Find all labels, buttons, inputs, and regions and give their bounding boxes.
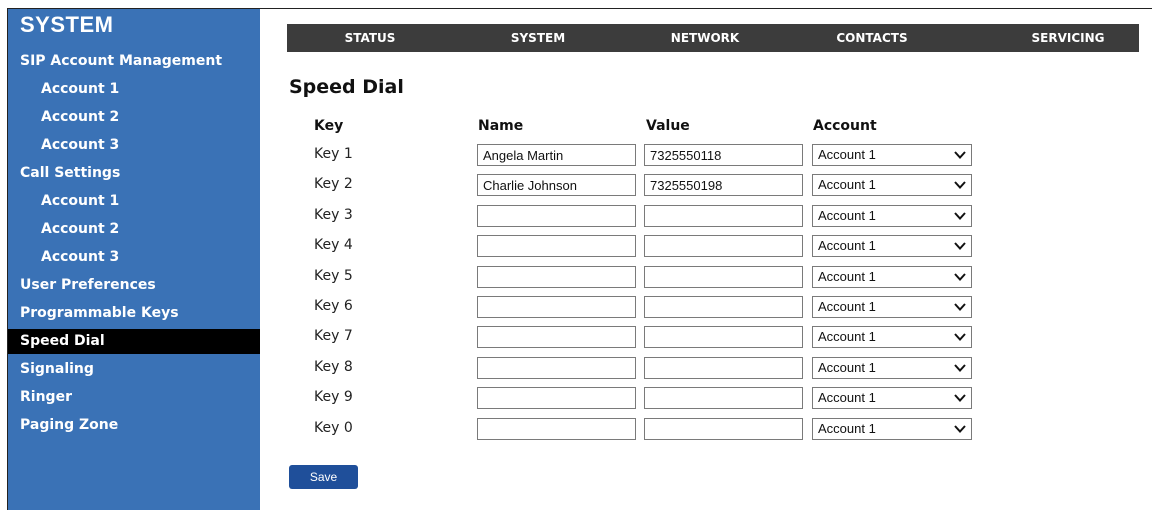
save-button[interactable]: Save — [289, 465, 358, 489]
column-header-key: Key — [314, 118, 344, 134]
value-input[interactable] — [644, 387, 803, 409]
chevron-down-icon — [954, 425, 966, 433]
account-select-value: Account 1 — [818, 269, 876, 284]
account-select-value: Account 1 — [818, 238, 876, 253]
sidebar-subitem[interactable]: Account 2 — [8, 217, 260, 242]
sidebar-item[interactable]: Signaling — [8, 357, 260, 382]
account-select[interactable]: Account 1 — [812, 266, 972, 288]
value-input[interactable] — [644, 205, 803, 227]
chevron-down-icon — [954, 333, 966, 341]
name-input[interactable] — [477, 235, 636, 257]
sidebar-subitem[interactable]: Account 1 — [8, 189, 260, 214]
account-select[interactable]: Account 1 — [812, 296, 972, 318]
account-select[interactable]: Account 1 — [812, 144, 972, 166]
sidebar-subitem[interactable]: Account 2 — [8, 105, 260, 130]
account-select-value: Account 1 — [818, 329, 876, 344]
key-label: Key 1 — [314, 146, 353, 162]
sidebar-item[interactable]: Paging Zone — [8, 413, 260, 438]
column-header-account: Account — [813, 118, 877, 134]
account-select-value: Account 1 — [818, 421, 876, 436]
account-select[interactable]: Account 1 — [812, 235, 972, 257]
account-select[interactable]: Account 1 — [812, 174, 972, 196]
sidebar-item[interactable]: User Preferences — [8, 273, 260, 298]
key-label: Key 3 — [314, 207, 353, 223]
account-select-value: Account 1 — [818, 208, 876, 223]
name-input[interactable] — [477, 357, 636, 379]
name-input[interactable] — [477, 418, 636, 440]
key-label: Key 2 — [314, 176, 353, 192]
chevron-down-icon — [954, 303, 966, 311]
sidebar-item[interactable]: Call Settings — [8, 161, 260, 186]
sidebar-item[interactable]: Programmable Keys — [8, 301, 260, 326]
sidebar-subitem[interactable]: Account 3 — [8, 133, 260, 158]
page-title: Speed Dial — [289, 76, 404, 98]
topnav-item[interactable]: NETWORK — [645, 24, 765, 52]
chevron-down-icon — [954, 181, 966, 189]
key-label: Key 0 — [314, 420, 353, 436]
topnav-item[interactable]: SYSTEM — [478, 24, 598, 52]
chevron-down-icon — [954, 242, 966, 250]
key-label: Key 6 — [314, 298, 353, 314]
key-label: Key 8 — [314, 359, 353, 375]
value-input[interactable] — [644, 418, 803, 440]
value-input[interactable] — [644, 296, 803, 318]
account-select[interactable]: Account 1 — [812, 387, 972, 409]
sidebar: SYSTEM SIP Account Management Account 1 Ac… — [8, 9, 260, 510]
column-header-value: Value — [646, 118, 690, 134]
chevron-down-icon — [954, 151, 966, 159]
account-select[interactable]: Account 1 — [812, 326, 972, 348]
chevron-down-icon — [954, 273, 966, 281]
key-label: Key 5 — [314, 268, 353, 284]
value-input[interactable] — [644, 144, 803, 166]
key-label: Key 9 — [314, 389, 353, 405]
name-input[interactable] — [477, 174, 636, 196]
name-input[interactable] — [477, 296, 636, 318]
key-label: Key 4 — [314, 237, 353, 253]
sidebar-item[interactable]: Ringer — [8, 385, 260, 410]
account-select[interactable]: Account 1 — [812, 418, 972, 440]
value-input[interactable] — [644, 174, 803, 196]
value-input[interactable] — [644, 266, 803, 288]
topnav-item[interactable]: CONTACTS — [812, 24, 932, 52]
account-select-value: Account 1 — [818, 177, 876, 192]
account-select-value: Account 1 — [818, 360, 876, 375]
name-input[interactable] — [477, 144, 636, 166]
name-input[interactable] — [477, 266, 636, 288]
value-input[interactable] — [644, 357, 803, 379]
chevron-down-icon — [954, 212, 966, 220]
chevron-down-icon — [954, 364, 966, 372]
chevron-down-icon — [954, 394, 966, 402]
sidebar-item[interactable]: Speed Dial — [8, 329, 260, 354]
sidebar-item[interactable]: SIP Account Management — [8, 49, 260, 74]
key-label: Key 7 — [314, 328, 353, 344]
value-input[interactable] — [644, 235, 803, 257]
account-select-value: Account 1 — [818, 299, 876, 314]
column-header-name: Name — [478, 118, 524, 134]
account-select[interactable]: Account 1 — [812, 205, 972, 227]
topnav-item[interactable]: SERVICING — [1008, 24, 1128, 52]
sidebar-subitem[interactable]: Account 3 — [8, 245, 260, 270]
account-select-value: Account 1 — [818, 390, 876, 405]
sidebar-subitem[interactable]: Account 1 — [8, 77, 260, 102]
value-input[interactable] — [644, 326, 803, 348]
topnav-item[interactable]: STATUS — [310, 24, 430, 52]
name-input[interactable] — [477, 387, 636, 409]
top-navigation: STATUS SYSTEM NETWORK CONTACTS SERVICING — [287, 24, 1139, 52]
name-input[interactable] — [477, 205, 636, 227]
name-input[interactable] — [477, 326, 636, 348]
account-select-value: Account 1 — [818, 147, 876, 162]
account-select[interactable]: Account 1 — [812, 357, 972, 379]
sidebar-title: SYSTEM — [20, 12, 114, 37]
